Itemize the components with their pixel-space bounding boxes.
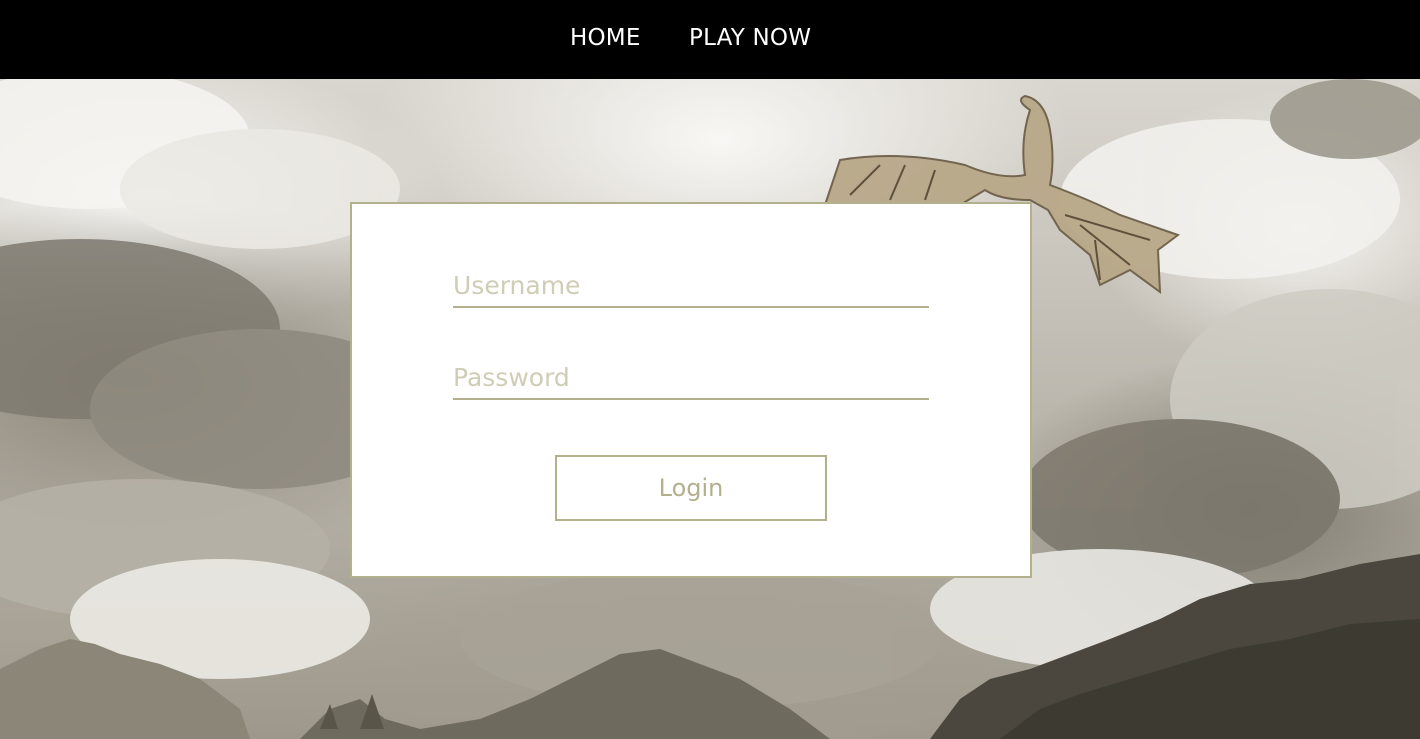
username-input[interactable] — [453, 268, 929, 308]
login-form: Login — [350, 202, 1032, 578]
page: HOME PLAY NOW Username Login — [0, 0, 1420, 739]
nav-home-link[interactable]: HOME — [570, 24, 641, 52]
top-navigation: HOME PLAY NOW — [0, 0, 1420, 79]
nav-play-now-link[interactable]: PLAY NOW — [689, 24, 811, 52]
password-input[interactable] — [453, 360, 929, 400]
login-button[interactable]: Login — [555, 455, 827, 521]
